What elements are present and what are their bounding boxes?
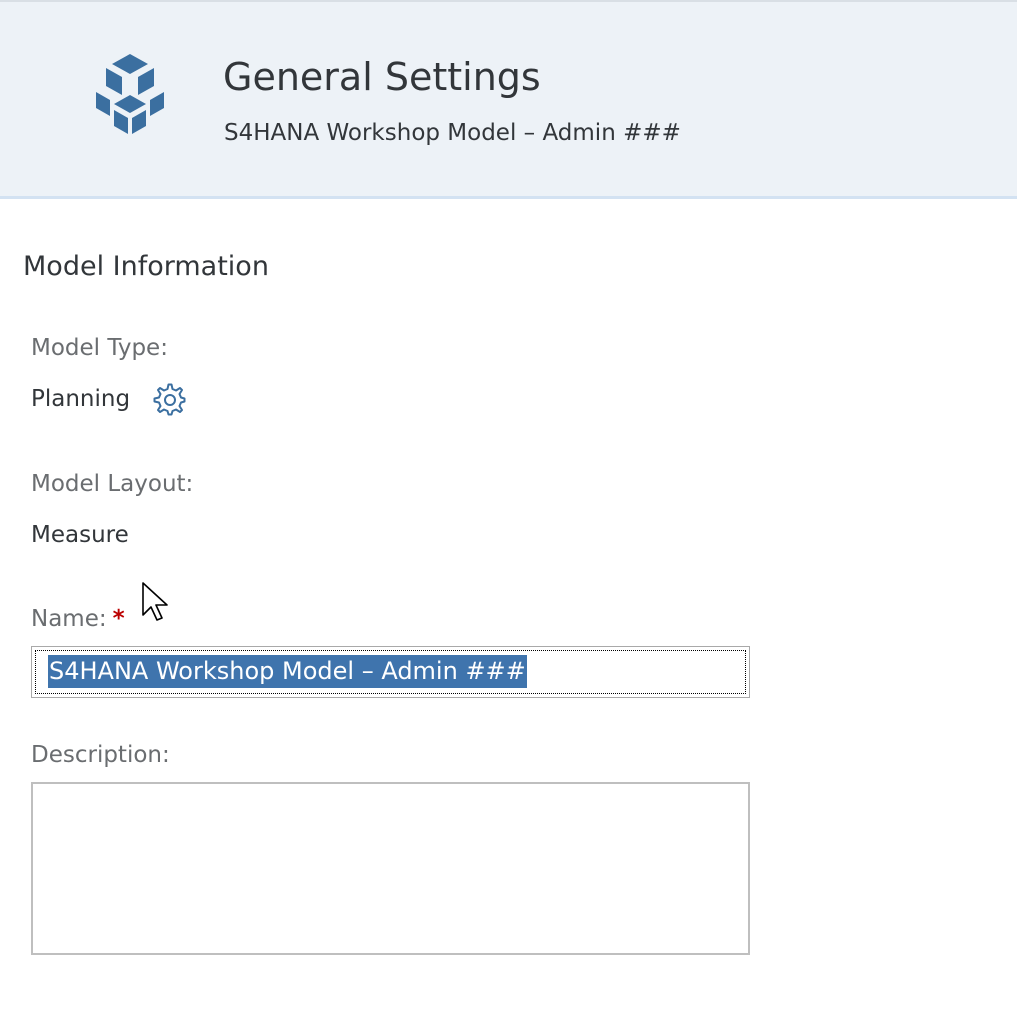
page-header: General Settings S4HANA Workshop Model –… <box>0 0 1017 199</box>
page-subtitle: S4HANA Workshop Model – Admin ### <box>224 120 681 146</box>
model-layout-label: Model Layout: <box>31 471 194 497</box>
gear-icon[interactable] <box>153 383 187 417</box>
description-textarea[interactable] <box>31 782 750 955</box>
mouse-pointer-icon <box>142 582 168 621</box>
description-label: Description: <box>31 742 170 768</box>
name-input-value[interactable]: S4HANA Workshop Model – Admin ### <box>48 655 527 688</box>
required-marker: * <box>112 606 125 632</box>
page-title: General Settings <box>223 55 541 99</box>
model-type-value: Planning <box>31 386 131 412</box>
model-layout-value: Measure <box>31 522 129 548</box>
name-label: Name: * <box>31 604 125 634</box>
section-title: Model Information <box>23 251 269 282</box>
name-label-text: Name: <box>31 606 107 632</box>
model-cube-icon <box>96 54 164 134</box>
model-type-label: Model Type: <box>31 335 168 361</box>
